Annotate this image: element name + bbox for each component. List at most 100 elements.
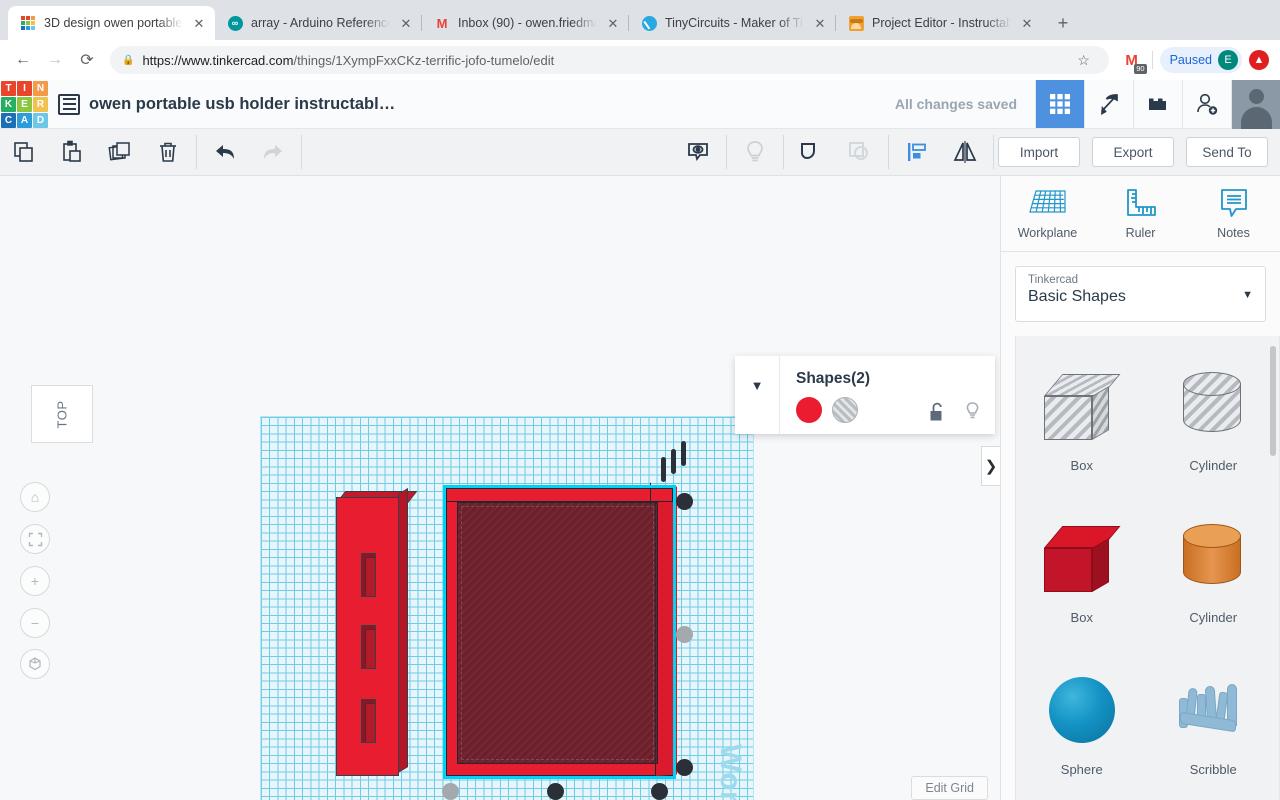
shape-library-select[interactable]: Tinkercad Basic Shapes ▼ [1015, 266, 1266, 322]
mirror-icon[interactable] [941, 129, 989, 176]
height-handle-1[interactable] [661, 457, 666, 482]
tinkercad-logo-icon[interactable]: TIN KER CAD [0, 80, 49, 128]
page-title[interactable]: owen portable usb holder instructabl… [89, 80, 395, 128]
back-icon[interactable]: ← [8, 45, 38, 75]
sync-paused-button[interactable]: Paused E [1159, 47, 1242, 73]
ruler-tool-label: Ruler [1125, 226, 1156, 240]
project-list-icon[interactable] [49, 80, 89, 128]
shape-library-item[interactable]: Box [1016, 500, 1148, 652]
toolbar-divider [888, 135, 889, 169]
shapes-inspector-popup[interactable]: ▼ Shapes(2) [735, 356, 995, 434]
export-button[interactable]: Export [1092, 137, 1174, 167]
fit-view-icon[interactable] [20, 524, 50, 554]
resize-handle-bottom-left[interactable] [442, 783, 459, 800]
close-icon[interactable]: ✕ [605, 15, 621, 31]
grid-controls: Edit Grid Snap Grid 1.0 mm ▲ [846, 776, 988, 800]
bookmark-star-icon[interactable]: ☆ [1071, 47, 1097, 73]
shape-library-item[interactable]: Cylinder [1148, 348, 1280, 500]
blocks-icon[interactable] [1133, 80, 1182, 128]
reload-icon[interactable]: ⟳ [72, 45, 102, 75]
redo-icon[interactable] [249, 129, 297, 176]
browser-tab-strip: 3D design owen portable usb h ✕ ∞ array … [0, 0, 1280, 40]
height-handle-3[interactable] [681, 441, 686, 466]
view-cube[interactable]: TOP [31, 385, 93, 443]
send-to-button[interactable]: Send To [1186, 137, 1268, 167]
shape-label: Cylinder [1189, 610, 1238, 625]
shape-usb-holder-body-selected[interactable] [442, 441, 693, 800]
gmail-icon: M [436, 15, 448, 31]
home-icon[interactable]: ⌂ [20, 482, 50, 512]
workplane-tool[interactable]: Workplane [1001, 176, 1094, 251]
browser-tab-4[interactable]: Project Editor - Instructables ✕ [836, 6, 1043, 40]
toolbar-divider [783, 135, 784, 169]
shape-library-item[interactable]: Sphere [1016, 652, 1148, 800]
height-handle-2[interactable] [671, 449, 676, 474]
box-hole-icon [1036, 360, 1128, 452]
unlock-icon[interactable] [929, 402, 946, 422]
new-tab-button[interactable]: + [1049, 9, 1077, 37]
gmail-unread-badge: 90 [1134, 64, 1147, 74]
close-icon[interactable]: ✕ [1019, 15, 1035, 31]
ungroup-icon[interactable] [836, 129, 884, 176]
gmail-extension-icon[interactable]: M 90 [1119, 47, 1147, 74]
shape-library-item[interactable]: Box [1016, 348, 1148, 500]
browser-tab-0[interactable]: 3D design owen portable usb h ✕ [8, 6, 215, 40]
url-path: /things/1XympFxxCKz-terrific-jofo-tumelo… [293, 52, 555, 68]
browser-tab-title: Inbox (90) - owen.friedman@m [458, 16, 597, 30]
shape-library-item[interactable]: Scribble [1148, 652, 1280, 800]
browser-tab-1[interactable]: ∞ array - Arduino Reference ✕ [215, 6, 422, 40]
address-bar[interactable]: 🔒 https://www.tinkercad.com/things/1Xymp… [110, 46, 1109, 74]
box-solid-icon [1036, 512, 1128, 604]
viewport-3d[interactable]: TOP ⌂ + − Workplane [0, 176, 1000, 800]
profile-avatar: E [1218, 50, 1238, 70]
browser-tab-2[interactable]: M Inbox (90) - owen.friedman@m ✕ [422, 6, 629, 40]
zoom-out-icon[interactable]: − [20, 608, 50, 638]
ortho-perspective-icon[interactable] [20, 649, 50, 679]
notes-tool[interactable]: Notes [1187, 176, 1280, 251]
workplane-tool-label: Workplane [1017, 226, 1078, 240]
light-bulb-icon[interactable] [731, 129, 779, 176]
shape-library-panel: Box Cylinder Box Cylinder Sphere Scribbl… [1015, 336, 1280, 800]
resize-handle-top-right[interactable] [676, 493, 693, 510]
group-icon[interactable] [788, 129, 836, 176]
pickaxe-icon[interactable] [1084, 80, 1133, 128]
hole-swatch[interactable] [832, 397, 858, 423]
popup-collapse-icon[interactable]: ▼ [735, 356, 780, 434]
import-button[interactable]: Import [998, 137, 1080, 167]
resize-handle-bottom[interactable] [651, 783, 668, 800]
panel-scrollbar[interactable] [1270, 346, 1276, 456]
resize-handle-bottom-right[interactable] [676, 759, 693, 776]
solid-color-swatch[interactable] [796, 397, 822, 423]
ruler-tool[interactable]: Ruler [1094, 176, 1187, 251]
tinkercad-header: TIN KER CAD owen portable usb holder ins… [0, 79, 1280, 129]
copy-icon[interactable] [0, 129, 48, 176]
edit-grid-button[interactable]: Edit Grid [911, 776, 988, 800]
shape-library-item[interactable]: Cylinder [1148, 500, 1280, 652]
align-icon[interactable] [893, 129, 941, 176]
close-icon[interactable]: ✕ [812, 15, 828, 31]
zoom-in-icon[interactable]: + [20, 566, 50, 596]
browser-tab-3[interactable]: TinyCircuits - Maker of Tiny, O ✕ [629, 6, 836, 40]
notes-tool-label: Notes [1217, 226, 1250, 240]
add-user-icon[interactable] [1182, 80, 1231, 128]
duplicate-icon[interactable] [96, 129, 144, 176]
light-bulb-icon[interactable] [964, 401, 981, 422]
forward-icon[interactable]: → [40, 45, 70, 75]
extension-red-icon[interactable]: ▲ [1246, 47, 1272, 73]
paste-icon[interactable] [48, 129, 96, 176]
close-icon[interactable]: ✕ [191, 15, 207, 31]
delete-icon[interactable] [144, 129, 192, 176]
show-hide-icon[interactable] [674, 129, 722, 176]
shape-usb-holder-base[interactable] [336, 487, 418, 776]
resize-handle-bottom-center[interactable] [547, 783, 564, 800]
grid-apps-icon[interactable] [1035, 80, 1084, 128]
right-panel: Workplane Ruler Notes Tinkercad Basic Sh… [1000, 176, 1280, 800]
shape-label: Cylinder [1189, 458, 1238, 473]
user-avatar[interactable] [1231, 79, 1280, 129]
url-host: https://www.tinkercad.com [142, 52, 294, 68]
shape-label: Box [1070, 610, 1093, 625]
undo-icon[interactable] [201, 129, 249, 176]
resize-handle-right[interactable] [676, 626, 693, 643]
panel-collapse-toggle[interactable]: ❯ [981, 446, 1000, 486]
close-icon[interactable]: ✕ [398, 15, 414, 31]
